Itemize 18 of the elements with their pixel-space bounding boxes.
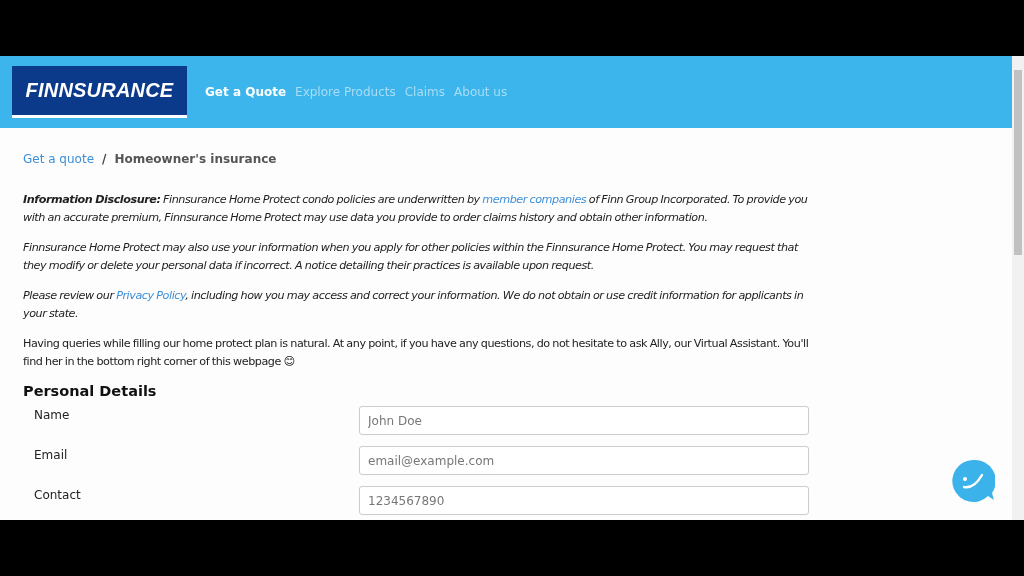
link[interactable]: member companies — [482, 193, 587, 206]
scrollbar[interactable] — [1012, 56, 1024, 520]
input-field[interactable]: email@example.com — [359, 446, 809, 475]
input-field[interactable]: John Doe — [359, 406, 809, 435]
breadcrumb-current: Homeowner's insurance — [114, 152, 277, 166]
breadcrumb-link[interactable]: Get a quote — [23, 152, 95, 166]
chat-assistant-icon[interactable] — [951, 459, 995, 503]
logo[interactable]: FINNSURANCE — [12, 66, 187, 118]
paragraph: Having queries while filling our home protect plan is natural. At any point, if you have any questions, do not hesitate to ask Ally, our Virtual Assistant. You'll find her in the bottom right corner of this webpage 😊 — [23, 336, 809, 370]
field-label: Name — [33, 407, 71, 424]
field-label: Contact — [33, 487, 82, 504]
breadcrumb-separator: / — [102, 152, 107, 166]
section-heading: Personal Details — [23, 383, 158, 399]
paragraph: Information Disclosure: Finnsurance Home Protect condo policies are underwritten by member companies of Finn Group Incorporated. To provide you with an accurate premium, Finnsurance Home Protect may use data you provide to order claims history and obtain other information. — [23, 192, 809, 226]
paragraph: Finnsurance Home Protect may also use your information when you apply for other policies within the Finnsurance Home Protect. You may request that they modify or delete your personal data if incorrect. A notice detailing their practices is available upon request. — [23, 240, 800, 274]
field-label: Email — [33, 447, 69, 464]
nav-link[interactable]: Get a Quote — [205, 85, 287, 99]
input-field[interactable]: 1234567890 — [359, 486, 809, 515]
